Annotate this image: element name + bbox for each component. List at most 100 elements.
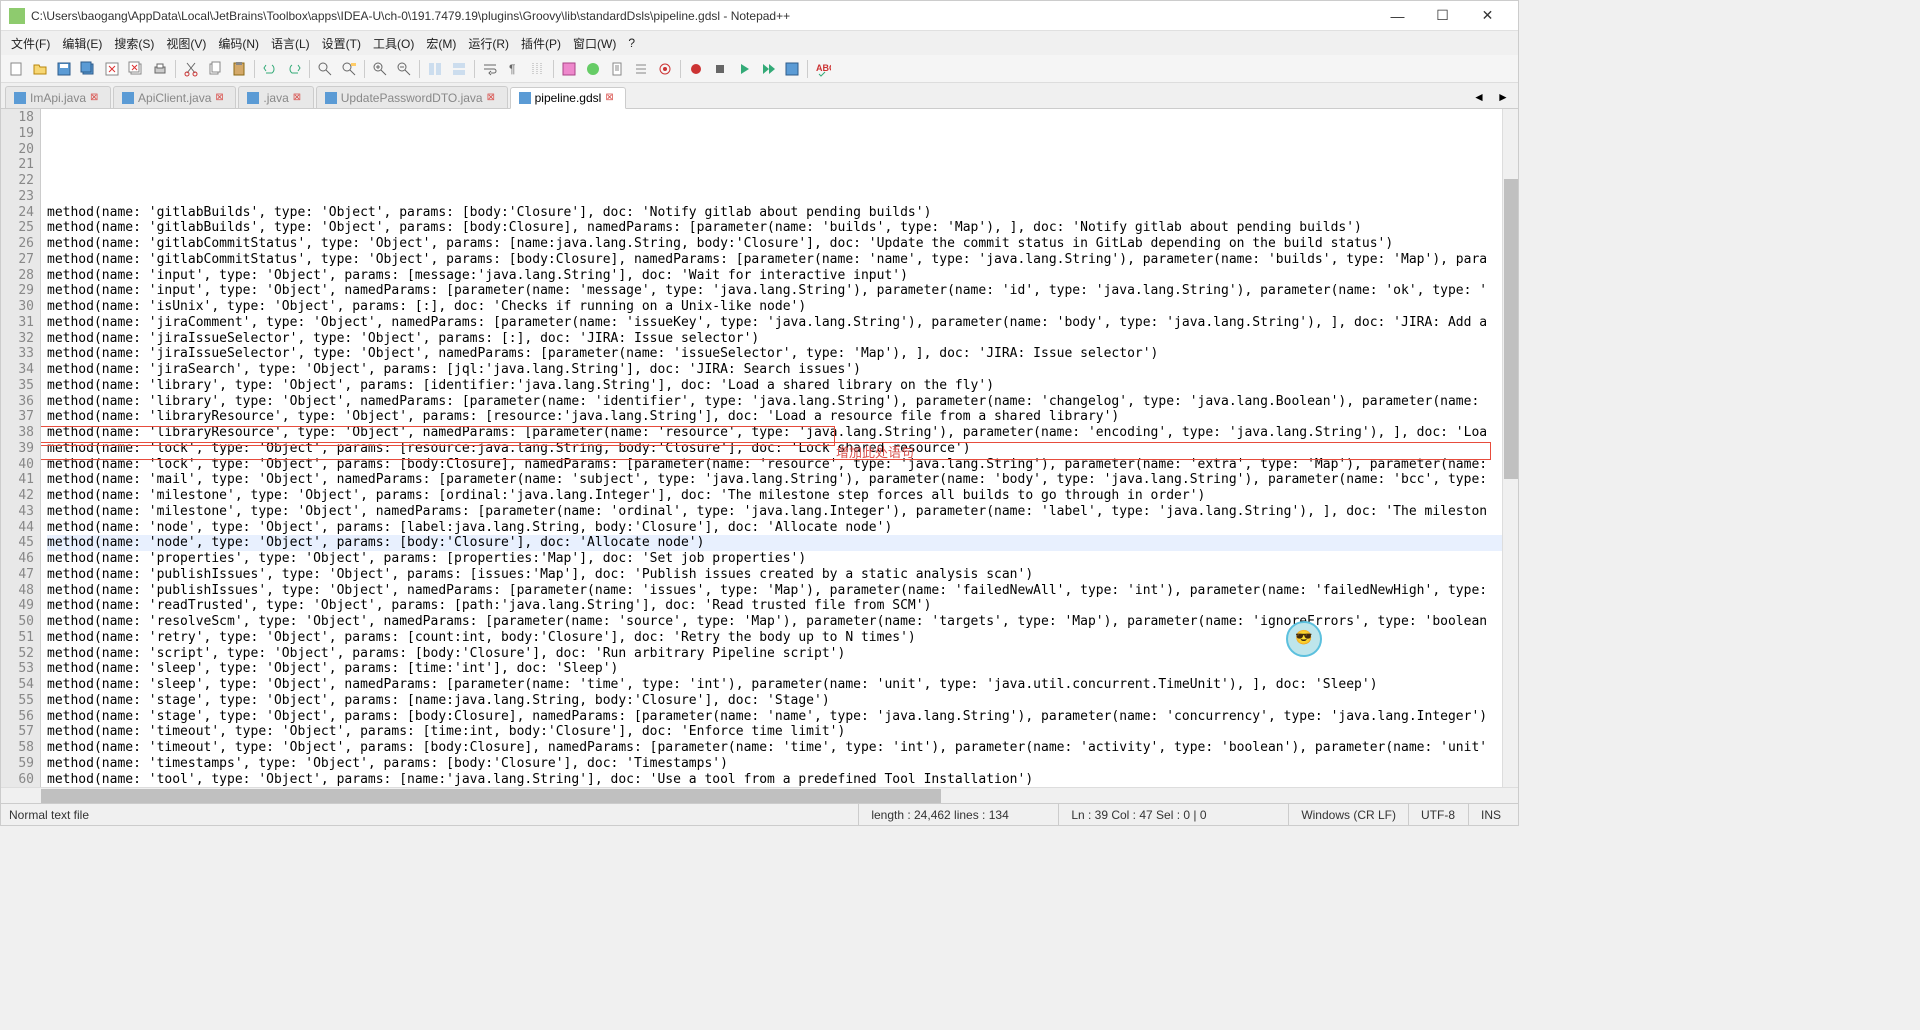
line-number[interactable]: 50 (1, 614, 34, 630)
code-line[interactable]: method(name: 'properties', type: 'Object… (47, 551, 1502, 567)
code-line[interactable]: method(name: 'sleep', type: 'Object', na… (47, 677, 1502, 693)
code-line[interactable]: method(name: 'gitlabCommitStatus', type:… (47, 252, 1502, 268)
code-line[interactable]: method(name: 'publishIssues', type: 'Obj… (47, 567, 1502, 583)
spellcheck-icon[interactable]: ABC (812, 58, 834, 80)
replace-icon[interactable] (338, 58, 360, 80)
menu-item[interactable]: 插件(P) (515, 33, 567, 54)
save-all-icon[interactable] (77, 58, 99, 80)
menu-item[interactable]: 搜索(S) (108, 33, 160, 54)
zoom-in-icon[interactable] (369, 58, 391, 80)
menu-item[interactable]: 宏(M) (420, 33, 462, 54)
line-number[interactable]: 54 (1, 677, 34, 693)
code-area[interactable]: 增加此处语句 😎 method(name: 'gitlabBuilds', ty… (41, 109, 1502, 787)
line-number[interactable]: 41 (1, 472, 34, 488)
line-number[interactable]: 60 (1, 772, 34, 788)
code-line[interactable]: method(name: 'node', type: 'Object', par… (47, 535, 1502, 551)
code-line[interactable]: method(name: 'stage', type: 'Object', pa… (47, 693, 1502, 709)
code-line[interactable]: method(name: 'input', type: 'Object', pa… (47, 268, 1502, 284)
line-number[interactable]: 24 (1, 205, 34, 221)
code-line[interactable]: method(name: 'tool', type: 'Object', par… (47, 772, 1502, 788)
code-line[interactable]: method(name: 'jiraComment', type: 'Objec… (47, 315, 1502, 331)
code-line[interactable]: method(name: 'library', type: 'Object', … (47, 394, 1502, 410)
line-number[interactable]: 43 (1, 504, 34, 520)
line-number[interactable]: 40 (1, 457, 34, 473)
line-number[interactable]: 47 (1, 567, 34, 583)
file-tab[interactable]: ApiClient.java⊠ (113, 86, 236, 108)
code-line[interactable]: method(name: 'milestone', type: 'Object'… (47, 504, 1502, 520)
line-number[interactable]: 30 (1, 299, 34, 315)
word-wrap-icon[interactable] (479, 58, 501, 80)
line-number[interactable]: 32 (1, 331, 34, 347)
maximize-button[interactable]: ☐ (1420, 2, 1465, 30)
code-line[interactable]: method(name: 'jiraIssueSelector', type: … (47, 346, 1502, 362)
stop-macro-icon[interactable] (709, 58, 731, 80)
code-line[interactable]: method(name: 'isUnix', type: 'Object', p… (47, 299, 1502, 315)
vertical-scrollbar[interactable] (1502, 109, 1518, 787)
function-list-icon[interactable] (582, 58, 604, 80)
line-number[interactable]: 28 (1, 268, 34, 284)
monitor-icon[interactable] (654, 58, 676, 80)
line-number[interactable]: 45 (1, 535, 34, 551)
line-number[interactable]: 18 (1, 110, 34, 126)
new-file-icon[interactable] (5, 58, 27, 80)
save-icon[interactable] (53, 58, 75, 80)
code-line[interactable]: method(name: 'timeout', type: 'Object', … (47, 740, 1502, 756)
save-macro-icon[interactable] (781, 58, 803, 80)
tab-prev-icon[interactable]: ◄ (1468, 86, 1490, 108)
line-number[interactable]: 31 (1, 315, 34, 331)
lang-icon[interactable] (558, 58, 580, 80)
sync-vscroll-icon[interactable] (424, 58, 446, 80)
tab-next-icon[interactable]: ► (1492, 86, 1514, 108)
tab-close-icon[interactable]: ⊠ (293, 92, 305, 104)
line-number[interactable]: 59 (1, 756, 34, 772)
play-macro-icon[interactable] (733, 58, 755, 80)
code-line[interactable]: method(name: 'resolveScm', type: 'Object… (47, 614, 1502, 630)
menu-item[interactable]: 文件(F) (5, 33, 56, 54)
code-line[interactable]: method(name: 'libraryResource', type: 'O… (47, 425, 1502, 441)
find-icon[interactable] (314, 58, 336, 80)
code-line[interactable]: method(name: 'gitlabBuilds', type: 'Obje… (47, 205, 1502, 221)
line-number[interactable]: 46 (1, 551, 34, 567)
zoom-out-icon[interactable] (393, 58, 415, 80)
code-line[interactable]: method(name: 'gitlabBuilds', type: 'Obje… (47, 220, 1502, 236)
status-encoding[interactable]: UTF-8 (1408, 804, 1468, 825)
line-number[interactable]: 48 (1, 583, 34, 599)
line-number[interactable]: 52 (1, 646, 34, 662)
code-line[interactable]: method(name: 'timestamps', type: 'Object… (47, 756, 1502, 772)
redo-icon[interactable] (283, 58, 305, 80)
line-number[interactable]: 39 (1, 441, 34, 457)
horizontal-scrollbar[interactable] (1, 787, 1518, 803)
menu-item[interactable]: 编码(N) (212, 33, 265, 54)
close-all-icon[interactable] (125, 58, 147, 80)
code-line[interactable]: method(name: 'mail', type: 'Object', nam… (47, 472, 1502, 488)
hscroll-thumb[interactable] (41, 789, 941, 803)
minimize-button[interactable]: — (1375, 2, 1420, 30)
code-line[interactable]: method(name: 'milestone', type: 'Object'… (47, 488, 1502, 504)
line-number[interactable]: 58 (1, 740, 34, 756)
file-tab[interactable]: UpdatePasswordDTO.java⊠ (316, 86, 508, 108)
doc-map-icon[interactable] (606, 58, 628, 80)
indent-guide-icon[interactable] (527, 58, 549, 80)
line-number[interactable]: 55 (1, 693, 34, 709)
line-number[interactable]: 21 (1, 157, 34, 173)
sync-hscroll-icon[interactable] (448, 58, 470, 80)
code-line[interactable]: method(name: 'jiraSearch', type: 'Object… (47, 362, 1502, 378)
menu-item[interactable]: ? (622, 34, 641, 52)
line-number[interactable]: 51 (1, 630, 34, 646)
paste-icon[interactable] (228, 58, 250, 80)
code-line[interactable]: method(name: 'lock', type: 'Object', par… (47, 457, 1502, 473)
tab-close-icon[interactable]: ⊠ (487, 92, 499, 104)
line-number[interactable]: 19 (1, 126, 34, 142)
line-number[interactable]: 34 (1, 362, 34, 378)
code-line[interactable]: method(name: 'node', type: 'Object', par… (47, 520, 1502, 536)
line-number[interactable]: 23 (1, 189, 34, 205)
code-line[interactable]: method(name: 'lock', type: 'Object', par… (47, 441, 1502, 457)
line-number[interactable]: 33 (1, 346, 34, 362)
line-number[interactable]: 44 (1, 520, 34, 536)
code-line[interactable]: method(name: 'retry', type: 'Object', pa… (47, 630, 1502, 646)
code-line[interactable]: method(name: 'publishIssues', type: 'Obj… (47, 583, 1502, 599)
code-line[interactable]: method(name: 'sleep', type: 'Object', pa… (47, 661, 1502, 677)
undo-icon[interactable] (259, 58, 281, 80)
line-number[interactable]: 29 (1, 283, 34, 299)
titlebar[interactable]: C:\Users\baogang\AppData\Local\JetBrains… (1, 1, 1518, 31)
